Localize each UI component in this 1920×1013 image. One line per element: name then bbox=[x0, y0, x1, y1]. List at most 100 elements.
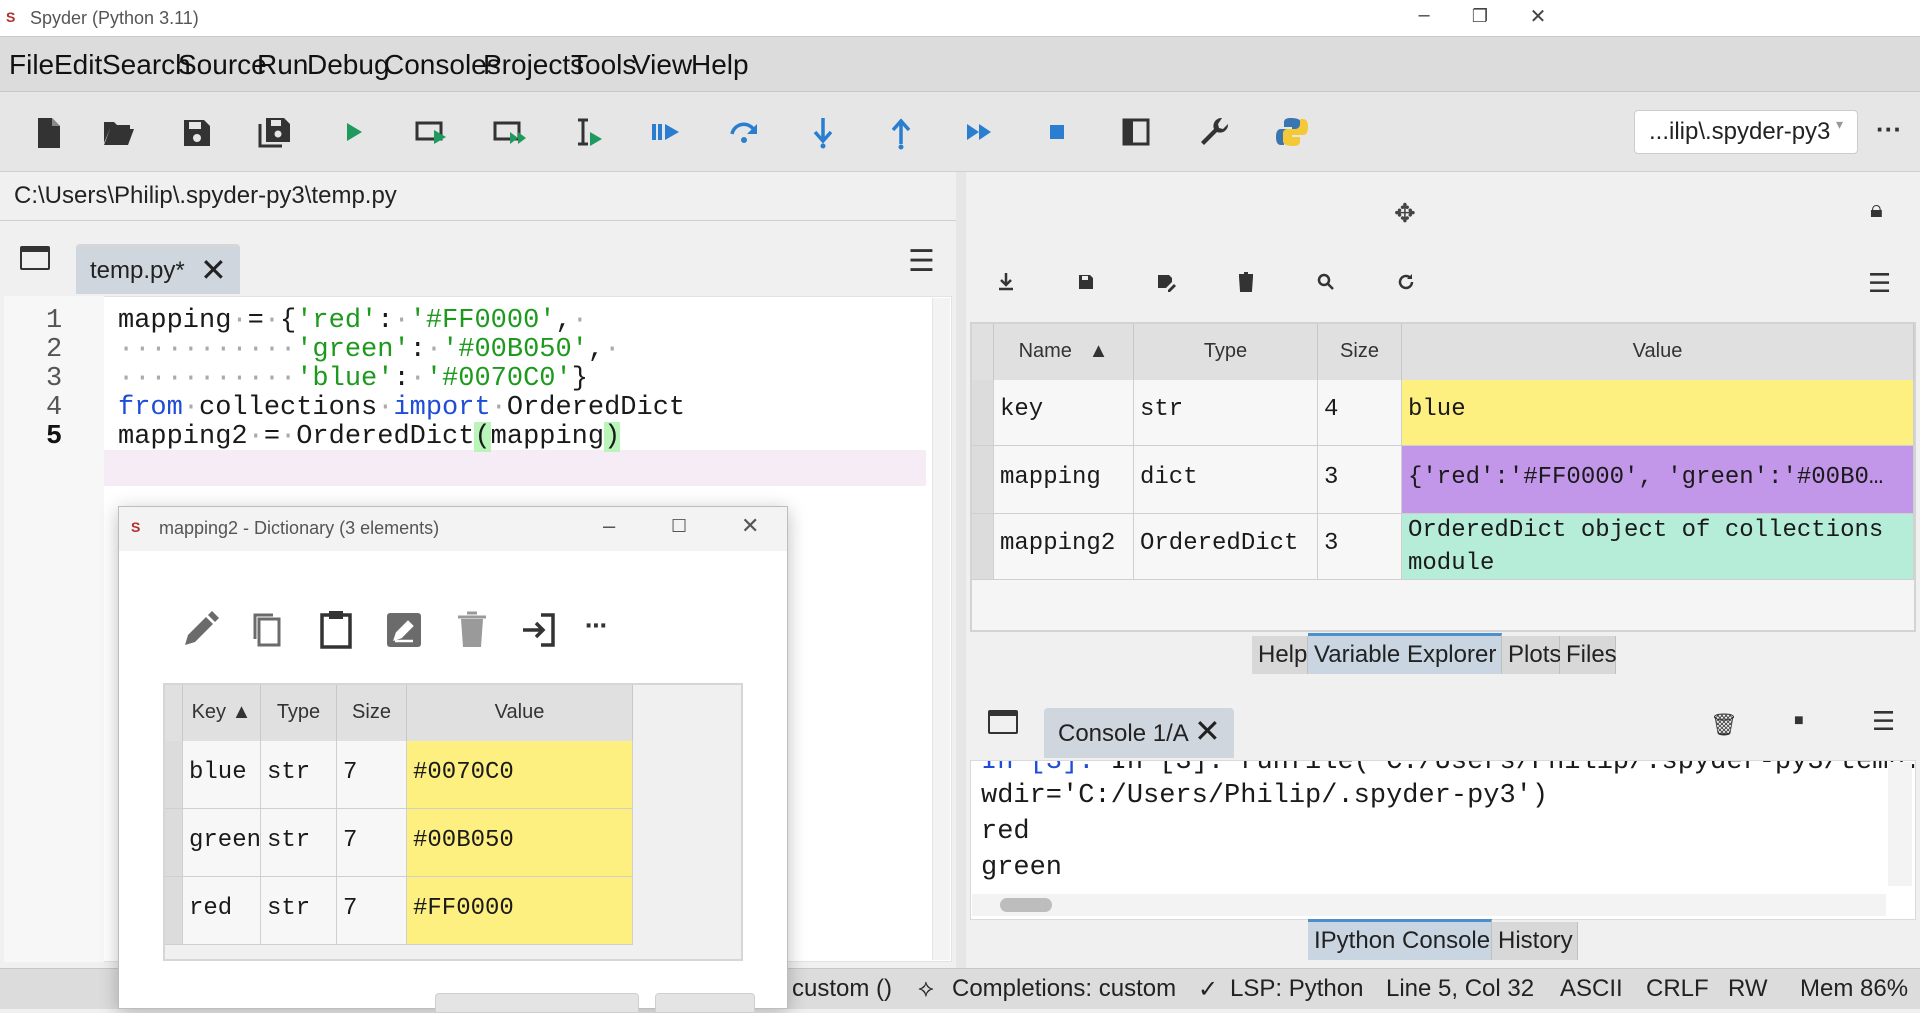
hamburger-menu-icon[interactable]: ☰ bbox=[908, 244, 935, 279]
save-data-as-icon[interactable] bbox=[1154, 270, 1178, 294]
run-selection-icon[interactable] bbox=[568, 112, 608, 152]
pane-splitter[interactable] bbox=[956, 172, 966, 968]
preferences-wrench-icon[interactable] bbox=[1194, 112, 1234, 152]
column-header-size[interactable]: Size bbox=[337, 685, 407, 741]
scrollbar-thumb[interactable] bbox=[1000, 898, 1052, 912]
hamburger-menu-icon[interactable]: ☰ bbox=[1872, 706, 1895, 737]
menu-run[interactable]: Run bbox=[257, 49, 308, 81]
column-header-value[interactable]: Value bbox=[407, 685, 633, 741]
maximize-pane-icon[interactable] bbox=[1116, 112, 1156, 152]
save-and-close-button[interactable] bbox=[435, 993, 639, 1013]
refresh-icon[interactable] bbox=[1394, 270, 1418, 294]
menu-file[interactable]: File bbox=[9, 49, 54, 81]
rename-icon[interactable] bbox=[381, 607, 427, 653]
console-scrollbar[interactable] bbox=[1888, 762, 1912, 886]
python-path-icon[interactable] bbox=[1272, 112, 1312, 152]
import-data-icon[interactable] bbox=[994, 270, 1018, 294]
open-file-icon[interactable] bbox=[98, 112, 138, 152]
search-icon[interactable] bbox=[1314, 270, 1338, 294]
menu-view[interactable]: View bbox=[632, 49, 692, 81]
var-name[interactable]: mapping bbox=[994, 446, 1134, 514]
step-over-icon[interactable] bbox=[724, 112, 764, 152]
minimize-button[interactable]: – bbox=[1404, 4, 1444, 32]
column-header-name[interactable]: Name ▲ bbox=[994, 324, 1134, 380]
close-button[interactable] bbox=[655, 993, 755, 1013]
menu-projects[interactable]: Projects bbox=[483, 49, 584, 81]
maximize-button[interactable]: ☐ bbox=[671, 516, 687, 537]
debug-icon[interactable] bbox=[646, 112, 686, 152]
hamburger-menu-icon[interactable]: ☰ bbox=[1868, 268, 1891, 299]
continue-icon[interactable] bbox=[959, 112, 999, 152]
save-all-icon[interactable] bbox=[254, 112, 294, 152]
menu-edit[interactable]: Edit bbox=[54, 49, 102, 81]
row-header[interactable] bbox=[165, 809, 183, 877]
tab-variable-explorer[interactable]: Variable Explorer bbox=[1308, 633, 1502, 674]
browse-tabs-icon[interactable] bbox=[20, 246, 50, 270]
dict-value[interactable]: #0070C0 bbox=[407, 741, 633, 809]
save-icon[interactable] bbox=[176, 112, 216, 152]
dict-value[interactable]: #00B050 bbox=[407, 809, 633, 877]
menu-source[interactable]: Source bbox=[178, 49, 267, 81]
dict-key[interactable]: green bbox=[183, 809, 261, 877]
run-cell-icon[interactable] bbox=[412, 112, 452, 152]
tab-files[interactable]: Files bbox=[1560, 636, 1617, 674]
tab-help[interactable]: Help bbox=[1252, 636, 1308, 674]
dict-value[interactable]: #FF0000 bbox=[407, 877, 633, 945]
chevron-down-icon[interactable]: ▾ bbox=[1836, 116, 1843, 133]
row-header[interactable] bbox=[972, 380, 994, 446]
minimize-button[interactable]: – bbox=[603, 513, 615, 539]
save-data-icon[interactable] bbox=[1074, 270, 1098, 294]
console-horizontal-scrollbar[interactable] bbox=[972, 894, 1886, 916]
tab-plots[interactable]: Plots bbox=[1502, 636, 1561, 674]
dict-key[interactable]: red bbox=[183, 877, 261, 945]
stop-debug-icon[interactable] bbox=[1037, 112, 1077, 152]
tab-ipython-console[interactable]: IPython Console bbox=[1308, 919, 1492, 960]
menu-tools[interactable]: Tools bbox=[571, 49, 636, 81]
step-return-icon[interactable] bbox=[881, 112, 921, 152]
tab-history[interactable]: History bbox=[1492, 922, 1578, 960]
column-header-size[interactable]: Size bbox=[1318, 324, 1402, 380]
step-into-icon[interactable] bbox=[803, 112, 843, 152]
trash-icon[interactable] bbox=[1234, 270, 1258, 294]
insert-icon[interactable] bbox=[517, 607, 563, 653]
new-file-icon[interactable] bbox=[28, 112, 68, 152]
move-pane-icon[interactable]: ✥ bbox=[1394, 198, 1416, 229]
more-options-icon[interactable]: ··· bbox=[1876, 114, 1902, 145]
stop-icon[interactable]: ■ bbox=[1794, 712, 1804, 730]
copy-icon[interactable] bbox=[245, 607, 291, 653]
row-header[interactable] bbox=[165, 877, 183, 945]
trash-icon[interactable]: 🗑︎ bbox=[1710, 712, 1738, 738]
run-icon[interactable] bbox=[334, 112, 374, 152]
menu-help[interactable]: Help bbox=[691, 49, 749, 81]
edit-pencil-icon[interactable] bbox=[177, 607, 223, 653]
var-name[interactable]: key bbox=[994, 380, 1134, 446]
row-header[interactable] bbox=[972, 514, 994, 580]
column-header-key[interactable]: Key ▲ bbox=[183, 685, 261, 741]
working-directory-combo[interactable]: ...ilip\.spyder-py3 bbox=[1634, 110, 1858, 154]
close-tab-icon[interactable]: ✕ bbox=[1194, 712, 1221, 750]
var-value[interactable]: OrderedDict object of collections module bbox=[1402, 514, 1914, 580]
run-cell-advance-icon[interactable] bbox=[490, 112, 530, 152]
close-dialog-button[interactable]: ✕ bbox=[741, 513, 759, 539]
var-name[interactable]: mapping2 bbox=[994, 514, 1134, 580]
var-value[interactable]: {'red':'#FF0000', 'green':'#00B0… bbox=[1402, 446, 1914, 514]
tab-temp-py[interactable]: temp.py* ✕ bbox=[76, 244, 240, 294]
status-completions[interactable]: Completions: custom bbox=[952, 975, 1176, 1003]
tab-console-1[interactable]: Console 1/A ✕ bbox=[1044, 708, 1234, 758]
close-tab-icon[interactable]: ✕ bbox=[200, 251, 227, 289]
editor-scrollbar[interactable] bbox=[932, 298, 950, 960]
close-window-button[interactable]: ✕ bbox=[1518, 4, 1558, 32]
trash-icon[interactable] bbox=[449, 607, 495, 653]
row-header[interactable] bbox=[165, 741, 183, 809]
lock-icon[interactable]: 🔒︎ bbox=[1870, 196, 1883, 224]
column-header-value[interactable]: Value bbox=[1402, 324, 1914, 380]
status-lsp[interactable]: LSP: Python bbox=[1230, 975, 1363, 1003]
menu-debug[interactable]: Debug bbox=[307, 49, 390, 81]
status-env[interactable]: custom () bbox=[792, 975, 892, 1003]
more-options-icon[interactable]: ⋯ bbox=[585, 613, 607, 639]
browse-tabs-icon[interactable] bbox=[988, 710, 1018, 734]
column-header-type[interactable]: Type bbox=[261, 685, 337, 741]
paste-clipboard-icon[interactable] bbox=[313, 607, 359, 653]
column-header-type[interactable]: Type bbox=[1134, 324, 1318, 380]
dict-key[interactable]: blue bbox=[183, 741, 261, 809]
